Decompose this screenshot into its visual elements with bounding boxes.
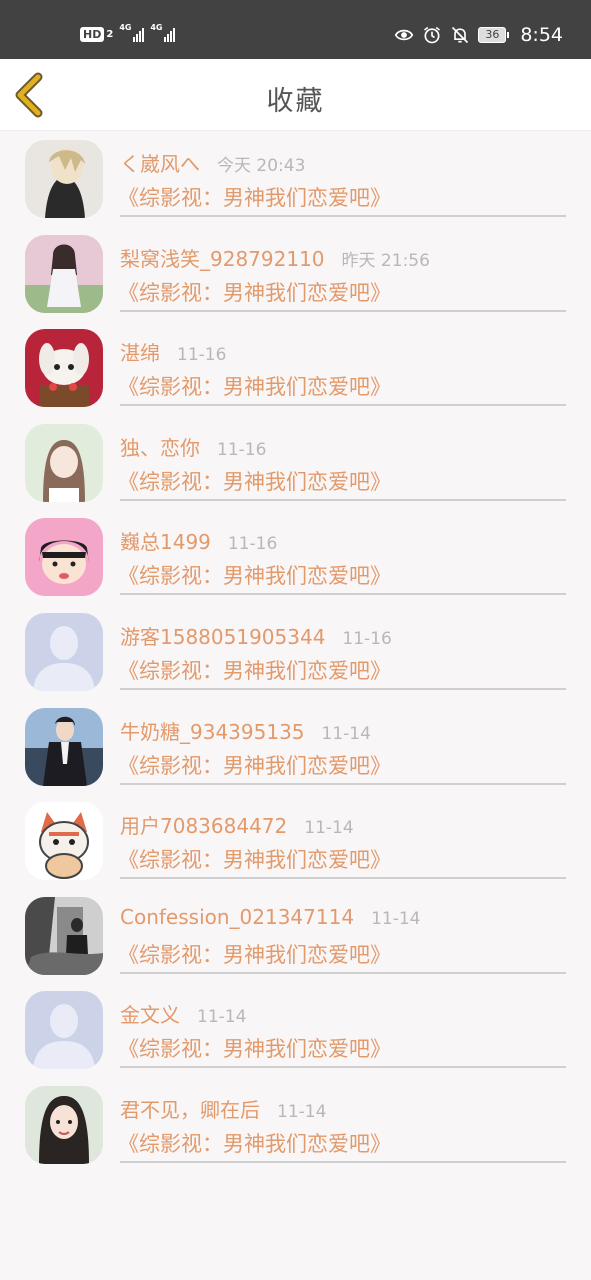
timestamp: 11-16 xyxy=(227,534,278,555)
timestamp: 11-14 xyxy=(371,908,421,929)
timestamp: 11-14 xyxy=(277,1101,327,1122)
battery-icon: 36 xyxy=(478,27,510,43)
avatar[interactable] xyxy=(25,896,103,975)
signal-icon: 4G xyxy=(119,23,145,42)
timestamp: 今天 20:43 xyxy=(217,156,306,176)
book-title[interactable]: 《综影视：男神我们恋爱吧》 xyxy=(118,277,391,307)
hd-badge: HD xyxy=(80,26,105,42)
alarm-icon xyxy=(424,26,441,44)
divider xyxy=(120,1160,566,1163)
status-right: 36 8:54 xyxy=(394,24,563,46)
book-title[interactable]: 《综影视：男神我们恋爱吧》 xyxy=(118,844,391,874)
timestamp: 11-16 xyxy=(342,628,392,649)
list-item[interactable]: く崴风へ 今天 20:43 《综影视：男神我们恋爱吧》 xyxy=(0,136,591,231)
item-meta: 独、恋你 11-16 xyxy=(120,432,266,461)
default-user-icon xyxy=(25,612,103,691)
book-title[interactable]: 《综影视：男神我们恋爱吧》 xyxy=(118,371,391,401)
signal-label: 4G xyxy=(150,23,163,32)
avatar[interactable] xyxy=(25,329,103,408)
user-name: 独、恋你 xyxy=(120,435,200,460)
list-item[interactable]: 湛绵 11-16 《综影视：男神我们恋爱吧》 xyxy=(0,325,591,420)
list-item[interactable]: 独、恋你 11-16 《综影视：男神我们恋爱吧》 xyxy=(0,420,591,515)
avatar[interactable] xyxy=(25,234,103,313)
list-item[interactable]: 金文义 11-14 《综影视：男神我们恋爱吧》 xyxy=(0,987,591,1082)
clock: 8:54 xyxy=(520,24,563,46)
status-bar: HD 2 4G 4G 36 8:54 xyxy=(0,0,591,59)
user-name: Confession_021347114 xyxy=(120,904,355,929)
avatar[interactable] xyxy=(25,140,103,218)
book-title[interactable]: 《综影视：男神我们恋爱吧》 xyxy=(118,655,391,685)
item-meta: 牛奶糖_934395135 11-14 xyxy=(120,716,371,745)
divider xyxy=(120,1066,566,1069)
list-item[interactable]: 巍总1499 11-16 《综影视：男神我们恋爱吧》 xyxy=(0,514,591,609)
item-meta: 游客1588051905344 11-16 xyxy=(120,621,392,650)
timestamp: 11-14 xyxy=(197,1007,247,1028)
avatar[interactable] xyxy=(25,518,103,597)
user-name: 君不见，卿在后 xyxy=(120,1097,260,1122)
divider xyxy=(120,498,566,501)
item-meta: 金文义 11-14 xyxy=(120,999,246,1028)
book-title[interactable]: 《综影视：男神我们恋爱吧》 xyxy=(118,750,391,780)
divider xyxy=(120,215,566,217)
status-left: HD 2 4G 4G xyxy=(80,23,176,42)
book-title[interactable]: 《综影视：男神我们恋爱吧》 xyxy=(118,182,391,212)
timestamp: 11-14 xyxy=(304,818,354,839)
mute-bell-icon xyxy=(452,26,469,44)
avatar[interactable] xyxy=(25,991,103,1070)
timestamp: 昨天 21:56 xyxy=(341,250,430,271)
avatar[interactable] xyxy=(25,802,103,881)
list-item[interactable]: 牛奶糖_934395135 11-14 《综影视：男神我们恋爱吧》 xyxy=(0,704,591,799)
item-meta: 君不见，卿在后 11-14 xyxy=(120,1094,326,1123)
item-meta: 梨窝浅笑_928792110 昨天 21:56 xyxy=(120,243,430,272)
book-title[interactable]: 《综影视：男神我们恋爱吧》 xyxy=(118,560,391,590)
hd-sub: 2 xyxy=(106,28,114,40)
default-user-icon xyxy=(25,991,103,1070)
avatar[interactable] xyxy=(25,423,103,502)
item-meta: 用户7083684472 11-14 xyxy=(120,810,354,839)
divider xyxy=(120,877,566,880)
user-name: 湛绵 xyxy=(120,341,160,366)
item-meta: く崴风へ 今天 20:43 xyxy=(120,148,305,177)
avatar[interactable] xyxy=(25,612,103,691)
list-item[interactable]: Confession_021347114 11-14 《综影视：男神我们恋爱吧》 xyxy=(0,893,591,988)
book-title[interactable]: 《综影视：男神我们恋爱吧》 xyxy=(118,1033,391,1063)
divider xyxy=(120,404,566,407)
book-title[interactable]: 《综影视：男神我们恋爱吧》 xyxy=(118,939,391,969)
item-meta: Confession_021347114 11-14 xyxy=(120,905,420,929)
timestamp: 11-14 xyxy=(321,723,371,744)
user-name: 巍总1499 xyxy=(120,530,211,555)
timestamp: 11-16 xyxy=(177,345,227,366)
user-name: 用户7083684472 xyxy=(120,814,288,839)
eye-icon xyxy=(395,29,414,41)
user-name: 梨窝浅笑_928792110 xyxy=(120,246,325,271)
divider xyxy=(120,971,566,974)
signal-icon: 4G xyxy=(150,23,176,42)
list-item[interactable]: 游客1588051905344 11-16 《综影视：男神我们恋爱吧》 xyxy=(0,609,591,704)
avatar[interactable] xyxy=(25,1085,103,1164)
divider xyxy=(120,593,566,596)
user-name: 金文义 xyxy=(120,1003,180,1028)
user-name: く崴风へ xyxy=(120,152,200,176)
favorites-list: く崴风へ 今天 20:43 《综影视：男神我们恋爱吧》 梨窝浅笑_9287921… xyxy=(0,136,591,1177)
item-meta: 湛绵 11-16 xyxy=(120,337,226,366)
user-name: 牛奶糖_934395135 xyxy=(120,719,305,744)
list-item[interactable]: 君不见，卿在后 11-14 《综影视：男神我们恋爱吧》 xyxy=(0,1082,591,1177)
list-item[interactable]: 用户7083684472 11-14 《综影视：男神我们恋爱吧》 xyxy=(0,798,591,893)
user-name: 游客1588051905344 xyxy=(120,624,326,649)
divider xyxy=(120,687,566,690)
book-title[interactable]: 《综影视：男神我们恋爱吧》 xyxy=(118,1128,391,1158)
book-title[interactable]: 《综影视：男神我们恋爱吧》 xyxy=(118,466,391,496)
title-bar: 收藏 xyxy=(0,59,591,131)
timestamp: 11-16 xyxy=(217,439,267,460)
item-meta: 巍总1499 11-16 xyxy=(120,526,277,555)
signal-label: 4G xyxy=(119,23,132,32)
divider xyxy=(120,782,566,785)
divider xyxy=(120,309,566,312)
page-title: 收藏 xyxy=(266,86,325,117)
avatar[interactable] xyxy=(25,707,103,786)
list-item[interactable]: 梨窝浅笑_928792110 昨天 21:56 《综影视：男神我们恋爱吧》 xyxy=(0,231,591,326)
